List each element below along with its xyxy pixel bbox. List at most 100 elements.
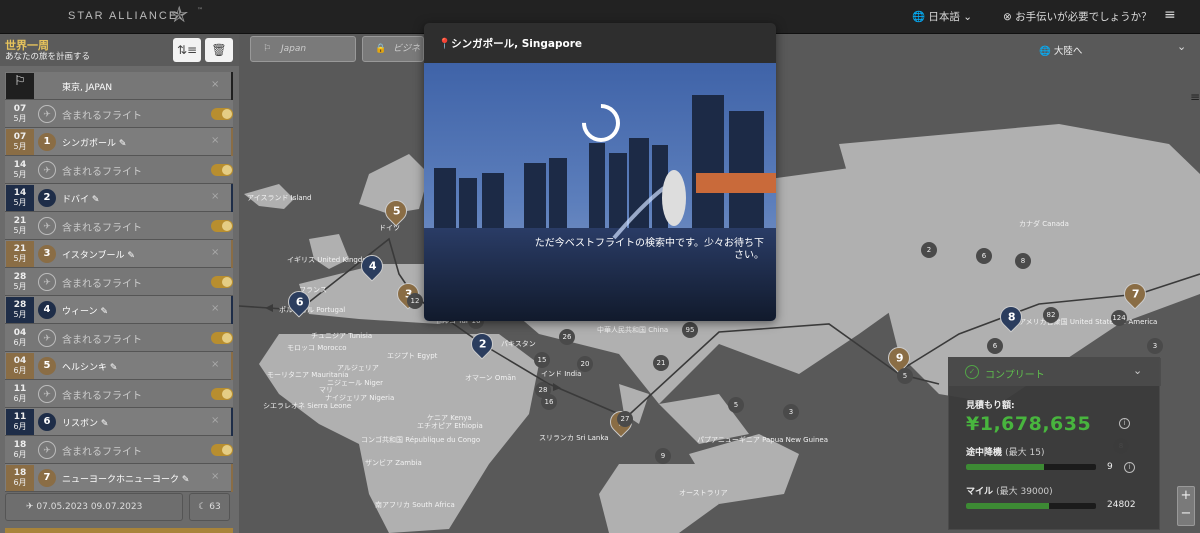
airport-cluster-marker[interactable]: 8 (1015, 253, 1031, 269)
close-icon[interactable]: × (211, 471, 219, 482)
row-accent-bar (231, 128, 233, 156)
close-icon[interactable]: × (211, 303, 219, 314)
stop-row[interactable]: 18 6月 7 ニューヨークホニューヨーク ✎ × (5, 464, 233, 492)
close-icon[interactable]: × (211, 79, 219, 90)
flight-row[interactable]: 28 5月 ✈ 含まれるフライト (5, 268, 233, 296)
stop-row[interactable]: 11 6月 6 リスボン ✎ × (5, 408, 233, 436)
language-selector[interactable]: 🌐 日本語 ⌄ (912, 9, 972, 24)
summary-panel: ✓ コンプリート ⌄ 見積もり額: ¥1,678,635 i 途中降機 (最大 … (948, 357, 1161, 530)
continent-button[interactable]: 🌐 大陸へ (1039, 43, 1082, 57)
airport-cluster-marker[interactable]: 5 (728, 397, 744, 413)
flight-row[interactable]: 04 6月 ✈ 含まれるフライト (5, 324, 233, 352)
stop-label: ヘルシンキ (62, 363, 108, 373)
close-icon[interactable]: × (211, 359, 219, 370)
close-icon[interactable]: × (211, 135, 219, 146)
pencil-icon[interactable]: ✎ (100, 307, 108, 317)
moon-icon: ☾ (198, 502, 207, 512)
flight-toggle[interactable] (211, 108, 233, 120)
close-icon[interactable]: × (211, 191, 219, 202)
airport-cluster-marker[interactable]: 9 (655, 448, 671, 464)
flight-toggle[interactable] (211, 444, 233, 456)
airport-cluster-marker[interactable]: 2 (921, 242, 937, 258)
filter-origin[interactable]: ⚐ Japan (250, 36, 356, 62)
pencil-icon[interactable]: ✎ (119, 139, 127, 149)
chevron-down-icon[interactable]: ⌄ (1177, 40, 1186, 53)
stop-row[interactable]: 14 5月 2 ドバイ ✎ × (5, 184, 233, 212)
reorder-button[interactable]: ⇅≡ (173, 38, 201, 62)
flight-toggle[interactable] (211, 388, 233, 400)
flight-date: 14 5月 (6, 157, 34, 183)
info-icon[interactable]: i (1119, 418, 1130, 429)
star-alliance-logo[interactable]: STAR ALLIANCE (68, 10, 178, 22)
zoom-out-button[interactable]: − (1178, 505, 1194, 523)
map-menu-icon[interactable]: ≡ (1190, 90, 1200, 104)
country-label: パプアニューギニア Papua New Guinea (697, 436, 829, 444)
flight-toggle[interactable] (211, 332, 233, 344)
flight-row[interactable]: 11 6月 ✈ 含まれるフライト (5, 380, 233, 408)
airport-cluster-marker[interactable]: 26 (559, 329, 575, 345)
close-icon[interactable]: × (211, 247, 219, 258)
flight-day: 11 (13, 384, 27, 394)
flight-row[interactable]: 07 5月 ✈ 含まれるフライト (5, 100, 233, 128)
airport-cluster-marker[interactable]: 12 (407, 293, 423, 309)
arrow-icon (553, 383, 561, 391)
row-accent-bar (231, 296, 233, 324)
country-label: 南アフリカ South Africa (375, 501, 455, 509)
zoom-in-button[interactable]: + (1178, 487, 1194, 505)
airport-cluster-marker[interactable]: 124 (1111, 310, 1127, 326)
airport-cluster-marker[interactable]: 21 (653, 355, 669, 371)
row-accent-bar (231, 352, 233, 380)
pencil-icon[interactable]: ✎ (127, 251, 135, 261)
flight-toggle[interactable] (211, 164, 233, 176)
airport-cluster-marker[interactable]: 20 (577, 356, 593, 372)
airport-cluster-marker[interactable]: 6 (987, 338, 1003, 354)
hamburger-menu-icon[interactable]: ≡ (1164, 7, 1176, 23)
stop-row[interactable]: 28 5月 4 ウィーン ✎ × (5, 296, 233, 324)
country-label: モロッコ Morocco (287, 344, 347, 352)
pencil-icon[interactable]: ✎ (92, 195, 100, 205)
filter-class[interactable]: 🔒 ビジネス (362, 36, 424, 62)
airport-cluster-marker[interactable]: 3 (1147, 338, 1163, 354)
miles-label-text: マイル (966, 487, 994, 497)
info-icon[interactable]: i (1124, 462, 1135, 473)
flight-day: 07 (13, 104, 27, 114)
airport-cluster-marker[interactable]: 82 (1043, 307, 1059, 323)
airport-cluster-marker[interactable]: 95 (682, 322, 698, 338)
stop-number: 3 (38, 245, 56, 263)
origin-row[interactable]: ⚐ 東京, JAPAN × (5, 72, 233, 100)
summary-header[interactable]: ✓ コンプリート ⌄ (949, 358, 1161, 386)
flight-month: 6月 (13, 394, 27, 403)
help-link[interactable]: ⊗ お手伝いが必要でしょうか？ (1003, 9, 1152, 24)
pencil-icon[interactable]: ✎ (182, 475, 190, 485)
flight-row[interactable]: 21 5月 ✈ 含まれるフライト (5, 212, 233, 240)
stop-row[interactable]: 21 5月 3 イスタンブール ✎ × (5, 240, 233, 268)
airport-cluster-marker[interactable]: 27 (617, 411, 633, 427)
flight-row[interactable]: 18 6月 ✈ 含まれるフライト (5, 436, 233, 464)
popup-title-text: シンガポール, Singapore (451, 38, 582, 50)
country-label: エジプト Egypt (387, 352, 438, 360)
stop-row[interactable]: 07 5月 1 シンガポール ✎ × (5, 128, 233, 156)
pencil-icon[interactable]: ✎ (101, 419, 109, 429)
airport-cluster-marker[interactable]: 16 (541, 394, 557, 410)
date-range[interactable]: ✈ 07.05.2023 09.07.2023 (5, 493, 183, 521)
stop-number: 5 (38, 357, 56, 375)
flight-toggle[interactable] (211, 220, 233, 232)
airport-cluster-marker[interactable]: 6 (976, 248, 992, 264)
pencil-icon[interactable]: ✎ (110, 363, 118, 373)
flight-row[interactable]: 14 5月 ✈ 含まれるフライト (5, 156, 233, 184)
chevron-down-icon[interactable]: ⌄ (1133, 364, 1142, 377)
flight-label: 含まれるフライト (62, 111, 142, 122)
flight-toggle[interactable] (211, 276, 233, 288)
airport-cluster-marker[interactable]: 5 (897, 368, 913, 384)
airport-cluster-marker[interactable]: 15 (534, 352, 550, 368)
stop-marker-number: 2 (478, 337, 487, 351)
close-icon[interactable]: × (211, 415, 219, 426)
delete-button[interactable]: 🗑 (205, 38, 233, 62)
plane-depart-icon: ✈ (26, 502, 34, 512)
lifebuoy-icon: ⊗ (1003, 11, 1012, 23)
stop-row[interactable]: 04 6月 5 ヘルシンキ ✎ × (5, 352, 233, 380)
stop-label-wrap: シンガポール ✎ (62, 136, 126, 149)
airport-cluster-marker[interactable]: 3 (783, 404, 799, 420)
stop-label: シンガポール (62, 139, 117, 149)
stop-marker-number: 9 (895, 351, 904, 365)
